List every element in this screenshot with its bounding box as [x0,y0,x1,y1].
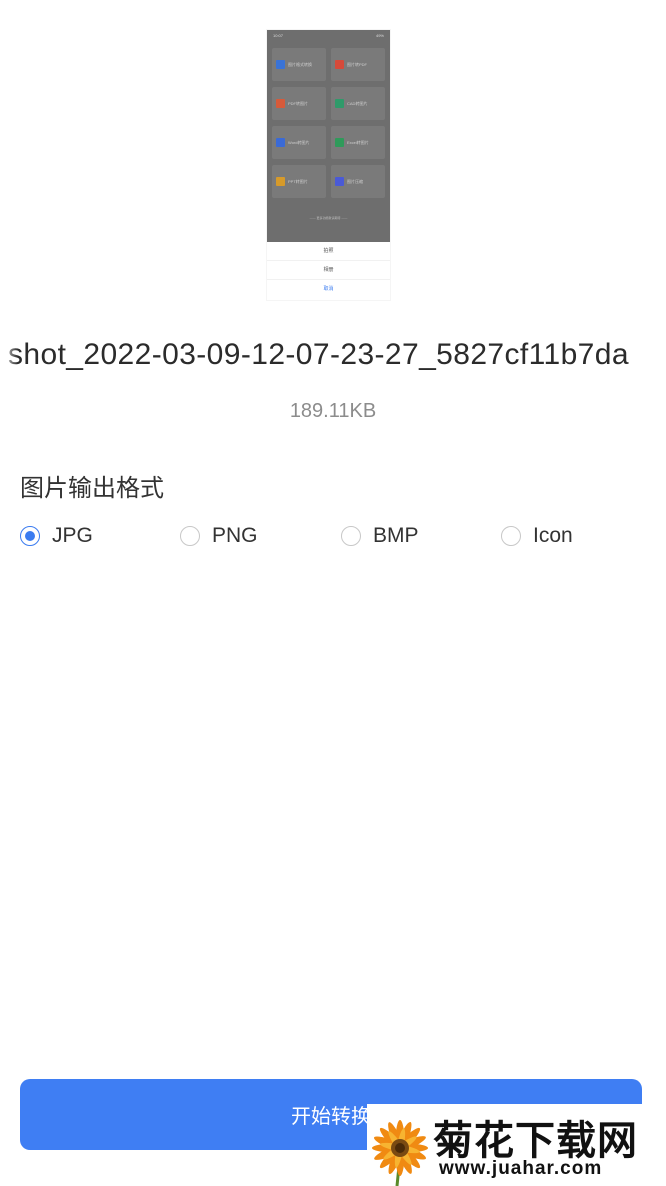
preview-tile-label: Excel转图片 [347,140,369,145]
preview-tile-icon [276,177,285,186]
preview-tile: 图片压缩 [331,165,385,198]
preview-tile: 图片转PDF [331,48,385,81]
format-option-jpg[interactable]: JPG [20,518,93,554]
preview-footer-text: —— 更多功能敬请期待 —— [309,216,348,220]
preview-tile-label: CAD转图片 [347,101,368,106]
radio-unchecked-icon[interactable] [180,526,200,546]
format-option-label: Icon [533,524,573,547]
preview-tile: PDF转图片 [272,87,326,120]
file-size: 189.11KB [289,400,377,422]
preview-tool-grid: 图片格式转换 图片转PDF PDF转图片 CAD转图片 Word转图片 Exce… [272,48,385,198]
preview-tile-label: 图片压缩 [347,179,363,184]
preview-tile-label: 图片格式转换 [288,62,312,67]
preview-sheet-option: 拍照 [267,242,390,261]
preview-tile: CAD转图片 [331,87,385,120]
preview-sheet-cancel: 取消 [323,286,334,292]
preview-status-bar: 10:07 49% [267,30,390,40]
preview-tile: Word转图片 [272,126,326,159]
preview-tile-icon [335,138,344,147]
format-option-label: JPG [52,524,93,547]
preview-action-sheet: 拍照 相册 取消 [267,242,390,300]
watermark-url: www.juahar.com [439,1158,603,1179]
preview-status-time: 10:07 [273,32,284,38]
preview-tile: 图片格式转换 [272,48,326,81]
output-format-title: 图片输出格式 [20,475,164,502]
format-option-png[interactable]: PNG [180,518,258,554]
site-watermark: 菊花下载网 www.juahar.com [367,1104,666,1186]
preview-tile-icon [276,138,285,147]
radio-checked-icon[interactable] [20,526,40,546]
format-option-bmp[interactable]: BMP [341,518,419,554]
preview-tile-icon [276,60,285,69]
preview-tile: Excel转图片 [331,126,385,159]
preview-tile-icon [276,99,285,108]
preview-tile-label: 图片转PDF [347,62,367,67]
format-option-icon[interactable]: Icon [501,518,573,554]
radio-unchecked-icon[interactable] [341,526,361,546]
preview-tile-label: PPT转图片 [288,179,308,184]
format-option-label: BMP [373,524,419,547]
output-format-radio-group: JPG PNG BMP Icon [0,518,666,554]
preview-tile-icon [335,99,344,108]
preview-sheet-option: 相册 [267,261,390,280]
preview-tile-icon [335,177,344,186]
image-preview: 10:07 49% 图片格式转换 图片转PDF PDF转图片 CAD转图片 Wo… [267,30,390,300]
radio-unchecked-icon[interactable] [501,526,521,546]
preview-tile: PPT转图片 [272,165,326,198]
format-option-label: PNG [212,524,258,547]
preview-screenshot: 10:07 49% 图片格式转换 图片转PDF PDF转图片 CAD转图片 Wo… [267,30,390,242]
file-name: shot_2022-03-09-12-07-23-27_5827cf11b7da [0,338,666,384]
preview-tile-label: PDF转图片 [288,101,308,106]
preview-tile-label: Word转图片 [288,140,310,145]
flower-logo-icon [372,1120,428,1186]
file-name-text: shot_2022-03-09-12-07-23-27_5827cf11b7da [8,338,629,371]
preview-tile-icon [335,60,344,69]
preview-status-battery: 49% [375,32,384,38]
